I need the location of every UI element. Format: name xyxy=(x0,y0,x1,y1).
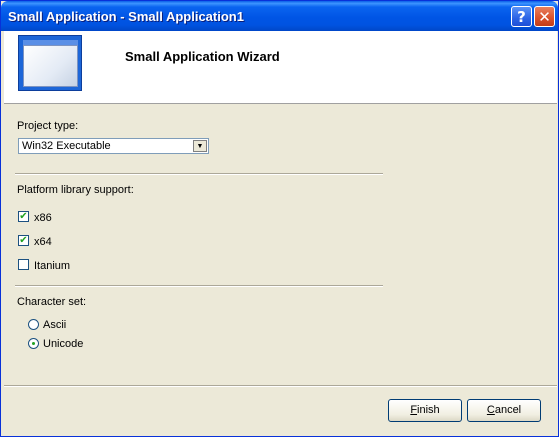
close-icon: ✕ xyxy=(538,7,551,26)
checkmark-icon: ✔ xyxy=(19,211,28,222)
x86-checkbox[interactable]: ✔ xyxy=(18,211,29,222)
close-button[interactable]: ✕ xyxy=(534,6,555,27)
help-button[interactable]: ? xyxy=(511,6,532,27)
unicode-label[interactable]: Unicode xyxy=(43,338,83,350)
title-bar[interactable]: Small Application - Small Application1 ?… xyxy=(1,1,558,31)
checkmark-icon: ✔ xyxy=(19,235,28,246)
project-type-label: Project type: xyxy=(17,120,79,132)
radio-selected-dot xyxy=(32,342,35,345)
icon-client-area xyxy=(23,45,78,87)
section-divider xyxy=(15,173,383,175)
project-type-value: Win32 Executable xyxy=(22,140,111,152)
cancel-mnemonic: C xyxy=(486,404,495,416)
ascii-radio[interactable] xyxy=(28,319,39,330)
unicode-radio[interactable] xyxy=(28,338,39,349)
x64-checkbox[interactable]: ✔ xyxy=(18,235,29,246)
itanium-label[interactable]: Itanium xyxy=(34,260,70,272)
wizard-window: Small Application - Small Application1 ?… xyxy=(0,0,559,437)
cancel-button[interactable]: Cancel xyxy=(467,399,541,422)
x86-label[interactable]: x86 xyxy=(34,212,52,224)
dropdown-arrow-button[interactable]: ▼ xyxy=(193,140,207,152)
character-set-label: Character set: xyxy=(17,296,87,308)
project-type-dropdown[interactable]: Win32 Executable ▼ xyxy=(18,138,209,154)
window-title: Small Application - Small Application1 xyxy=(8,9,244,24)
help-icon: ? xyxy=(517,7,526,26)
chevron-down-icon: ▼ xyxy=(196,142,204,150)
cancel-label: ancel xyxy=(494,404,522,416)
platform-label: Platform library support: xyxy=(17,184,134,196)
ascii-label[interactable]: Ascii xyxy=(43,319,66,331)
finish-label: inish xyxy=(417,404,440,416)
footer-divider xyxy=(4,385,557,387)
wizard-header: Small Application Wizard xyxy=(4,31,557,104)
wizard-title: Small Application Wizard xyxy=(125,49,280,64)
finish-button[interactable]: Finish xyxy=(388,399,462,422)
x64-label[interactable]: x64 xyxy=(34,236,52,248)
section-divider xyxy=(15,285,383,287)
itanium-checkbox[interactable] xyxy=(18,259,29,270)
application-window-icon xyxy=(18,35,82,91)
